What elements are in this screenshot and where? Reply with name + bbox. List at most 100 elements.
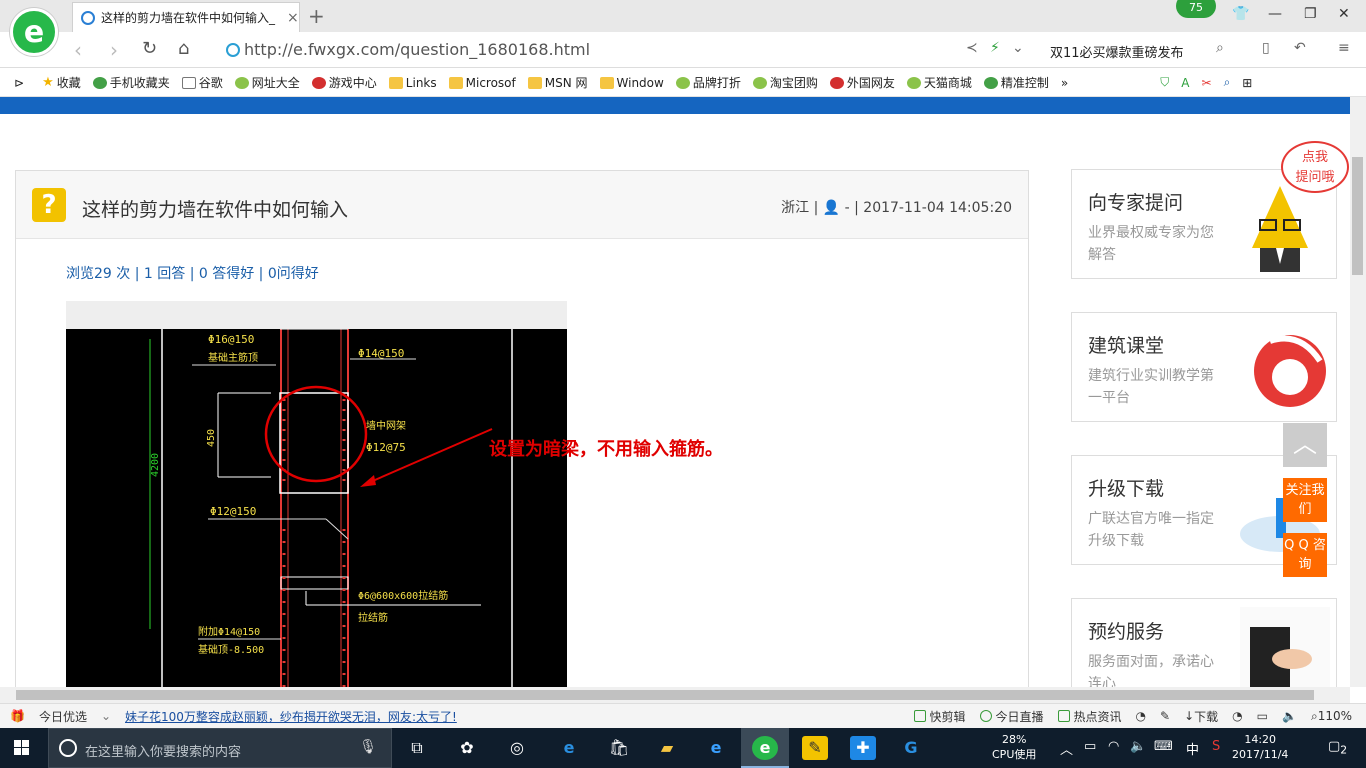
back-button[interactable]: ‹ [74,38,82,62]
taskbar-clock[interactable]: 14:20 2017/11/4 [1232,732,1288,762]
browser-tab-active[interactable]: 这样的剪力墙在软件中如何输入_ × [72,2,300,32]
bookmark-item[interactable]: 网址大全 [234,74,300,91]
cad-label-dim-450: 450 [206,429,217,447]
vertical-scrollbar[interactable] [1350,97,1366,687]
tray-chevron-up-icon[interactable]: ︿ [1060,739,1073,758]
cad-label-lower-right-sub: 拉结筋 [358,611,388,624]
internet-explorer-icon[interactable]: e [703,736,729,760]
taskbar-search-box[interactable]: 在这里输入你要搜索的内容 🎙 [48,728,392,768]
bookmark-label: 网址大全 [251,76,300,90]
scissors-icon[interactable]: ✂ [1202,76,1212,90]
qq-consult-button[interactable]: Q Q 咨询 [1283,533,1327,577]
window-icon[interactable]: ▭ [1257,709,1268,723]
g-app-icon[interactable]: G [898,736,924,760]
zoom-level[interactable]: ⌕ 110% [1311,709,1352,724]
appointment-card[interactable]: 预约服务 服务面对面，承诺心连心 [1071,598,1337,687]
volume-icon[interactable]: 🔈 [1282,709,1297,723]
kuaijian-link[interactable]: 快剪辑 [913,708,966,725]
vertical-scroll-thumb[interactable] [1352,157,1363,275]
live-link[interactable]: 今日直播 [979,708,1044,725]
question-stats[interactable]: 浏览29 次 | 1 回答 | 0 答得好 | 0问得好 [66,263,319,283]
bookmark-item[interactable]: 游戏中心 [311,74,377,91]
pinwheel-icon[interactable]: ✿ [454,736,480,760]
plus-app-icon[interactable]: ✚ [850,736,876,760]
ime-indicator[interactable]: 中 [1186,739,1199,758]
bookmark-item[interactable]: Window [599,74,664,91]
windows-start-icon[interactable] [14,740,30,756]
menu-icon[interactable]: ≡ [1338,40,1350,56]
browser-logo-icon[interactable]: e [10,8,58,56]
bookmark-item[interactable]: 品牌打折 [675,74,741,91]
edge-icon[interactable]: e [556,736,582,760]
app-swirl-icon[interactable]: ◎ [504,736,530,760]
share-icon[interactable]: ≺ [966,40,978,56]
skin-icon[interactable]: 👕 [1232,6,1249,22]
back-to-top-button[interactable]: ︿ [1283,423,1327,467]
search-promo-text[interactable]: 双11必买爆款重磅发布 [1050,42,1184,61]
news-ticker-link[interactable]: 妹子花100万整容成赵丽颖，纱布揭开欲哭无泪，网友:太亏了! [125,708,457,725]
bookmark-item[interactable]: Microsof [448,74,516,91]
store-icon[interactable]: 🛍 [606,736,632,760]
battery-icon[interactable]: ▭ [1084,739,1096,754]
task-view-icon[interactable]: ⧉ [404,736,430,760]
cpu-usage[interactable]: 28% CPU使用 [992,732,1036,762]
bookmark-item[interactable]: 谷歌 [181,74,223,91]
home-button[interactable]: ⌂ [178,38,189,59]
bookmark-item[interactable]: 天猫商城 [906,74,972,91]
tab-close-icon[interactable]: × [287,10,299,26]
bookmarks-more-button[interactable]: » [1061,76,1068,90]
close-window-button[interactable]: ✕ [1338,6,1350,22]
horizontal-scroll-thumb[interactable] [16,690,1314,700]
follow-us-button[interactable]: 关注我们 [1283,478,1327,522]
bookmark-item[interactable]: ★ 收藏 [42,74,81,91]
notification-center-icon[interactable]: ▢2 [1328,739,1347,757]
search-icon[interactable]: ⌕ [1216,40,1224,56]
zoom-icon[interactable]: ⌕ [1224,75,1231,90]
forward-button[interactable]: › [110,38,118,62]
bookmark-item[interactable]: 精准控制 [983,74,1049,91]
bookmark-item[interactable]: 手机收藏夹 [92,74,170,91]
refresh-button[interactable]: ↻ [142,38,157,59]
chevron-down-icon[interactable]: ⌄ [101,709,111,723]
question-image[interactable]: Φ16@150 基础主筋顶 Φ14@150 450 4200 墙中网架 Φ12@… [66,301,567,687]
maximize-button[interactable]: ❐ [1304,6,1317,22]
new-tab-button[interactable]: + [308,4,325,28]
horizontal-scrollbar[interactable] [0,687,1350,703]
bookmark-item[interactable]: MSN 网 [527,74,588,91]
minimize-button[interactable]: — [1268,6,1282,22]
chevron-down-icon[interactable]: ⌄ [1012,40,1024,56]
undo-icon[interactable]: ↶ [1294,40,1306,56]
cleanup-icon[interactable]: ◔ [1232,709,1242,723]
translate-icon[interactable]: A [1181,76,1189,90]
keyboard-icon[interactable]: ⌨ [1154,739,1173,754]
ask-bubble[interactable]: 点我 提问哦 [1281,141,1349,193]
shield-icon[interactable]: ⛉ [1160,75,1169,90]
zoom-label: 110% [1317,709,1352,723]
bookmark-item[interactable]: 外国网友 [829,74,895,91]
grid-icon[interactable]: ⊞ [1242,76,1252,90]
gift-icon: 🎁 [10,709,25,723]
notes-icon[interactable]: ✎ [802,736,828,760]
url-field[interactable]: http://e.fwxgx.com/question_1680168.html [226,40,590,59]
sogou-icon[interactable]: S [1212,739,1220,754]
bookmark-item[interactable]: 淘宝团购 [752,74,818,91]
speaker-icon[interactable]: 🔈 [1130,739,1146,754]
today-picks-link[interactable]: 今日优选 [39,708,87,725]
browser-taskbar-icon[interactable]: e [752,736,778,760]
lightning-icon[interactable]: ⚡ [990,40,1000,56]
building-class-card[interactable]: 建筑课堂 建筑行业实训教学第一平台 [1071,312,1337,422]
mobile-icon[interactable]: ▯ [1262,40,1270,56]
tab-title: 这样的剪力墙在软件中如何输入_ [101,11,276,25]
microphone-icon[interactable]: 🎙 [359,739,377,755]
wifi-icon[interactable]: ◠ [1108,739,1119,754]
hot-news-link[interactable]: 热点资讯 [1057,708,1122,725]
tools-icon[interactable]: ✎ [1160,709,1170,723]
download-link[interactable]: ↓ 下载 [1184,708,1218,725]
speed-icon[interactable]: ◔ [1136,709,1146,723]
notification-badge[interactable]: 75 [1176,0,1216,18]
sidebar-toggle-icon[interactable]: ⊳ [14,76,24,90]
folder-icon [448,76,463,89]
question-meta: 浙江 | 👤 - | 2017-11-04 14:05:20 [781,200,1012,216]
file-explorer-icon[interactable]: ▰ [654,736,680,760]
bookmark-item[interactable]: Links [388,74,437,91]
